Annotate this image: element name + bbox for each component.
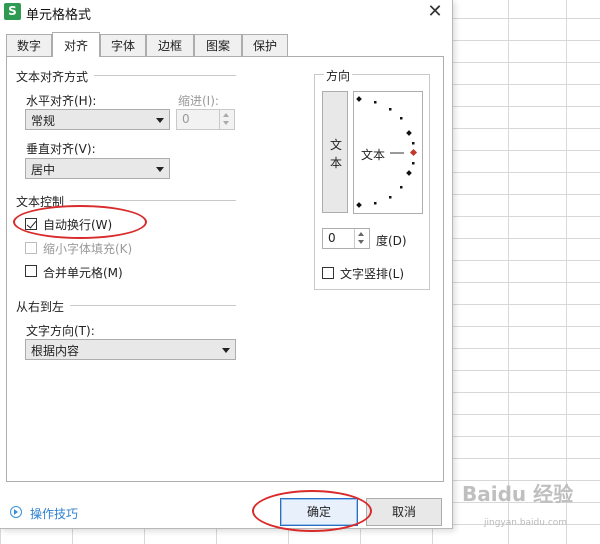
text-control-heading: 文本控制 <box>16 195 65 209</box>
indent-spin-buttons[interactable] <box>219 110 234 129</box>
screen: S 单元格格式 ✕ 数字 对齐 字体 边框 图案 保护 文本对齐方式 水平对齐(… <box>0 0 600 544</box>
app-logo-icon: S <box>4 3 21 20</box>
tab-pattern[interactable]: 图案 <box>194 34 242 56</box>
degrees-spin-buttons[interactable] <box>354 229 369 248</box>
degrees-stepper[interactable]: 0 <box>322 228 370 249</box>
group-divider <box>70 200 236 201</box>
horizontal-align-label: 水平对齐(H): <box>26 94 97 108</box>
tab-number[interactable]: 数字 <box>6 34 52 56</box>
text-alignment-heading: 文本对齐方式 <box>16 70 89 84</box>
orientation-dial[interactable]: 文本 <box>353 91 423 214</box>
rtl-heading: 从右到左 <box>16 300 65 314</box>
watermark-url: jingyan.baidu.com <box>484 518 568 528</box>
tab-border[interactable]: 边框 <box>146 34 194 56</box>
shrink-to-fit-checkbox[interactable] <box>25 242 37 254</box>
degrees-value: 0 <box>328 231 336 245</box>
chevron-up-icon <box>223 113 229 117</box>
vertical-align-label: 垂直对齐(V): <box>26 142 96 156</box>
merge-cells-label[interactable]: 合并单元格(M) <box>43 264 123 281</box>
chevron-down-icon <box>156 167 164 172</box>
vertical-stack-label[interactable]: 文字竖排(L) <box>340 265 404 282</box>
vertical-align-value: 居中 <box>31 163 56 177</box>
dial-text: 文本 <box>361 148 386 162</box>
checkmark-icon <box>26 218 37 229</box>
play-circle-icon <box>10 506 22 518</box>
horizontal-align-select[interactable]: 常规 <box>25 109 170 130</box>
vertical-text-button[interactable]: 文本 <box>322 91 348 213</box>
tab-alignment[interactable]: 对齐 <box>52 32 100 57</box>
watermark-text: Baidu 经验 <box>462 482 574 506</box>
vertical-stack-checkbox[interactable] <box>322 267 334 279</box>
tips-label: 操作技巧 <box>30 507 79 521</box>
chevron-down-icon <box>222 348 230 353</box>
cancel-button[interactable]: 取消 <box>366 498 442 526</box>
merge-cells-checkbox[interactable] <box>25 265 37 277</box>
dialog-title: 单元格格式 <box>26 8 92 23</box>
format-cells-dialog: S 单元格格式 ✕ 数字 对齐 字体 边框 图案 保护 文本对齐方式 水平对齐(… <box>0 0 453 529</box>
degrees-label: 度(D) <box>376 234 407 248</box>
group-divider <box>70 305 236 306</box>
chevron-down-icon <box>223 121 229 125</box>
tab-protection[interactable]: 保护 <box>242 34 288 56</box>
wrap-text-checkbox[interactable] <box>25 218 37 230</box>
tab-font[interactable]: 字体 <box>100 34 146 56</box>
spreadsheet-grid-bottom[interactable] <box>0 528 452 544</box>
vertical-align-select[interactable]: 居中 <box>25 158 170 179</box>
spreadsheet-grid[interactable] <box>452 0 600 544</box>
shrink-to-fit-label[interactable]: 缩小字体填充(K) <box>43 240 132 257</box>
close-button[interactable]: ✕ <box>424 2 446 24</box>
wrap-text-label[interactable]: 自动换行(W) <box>43 216 112 233</box>
vertical-text-label: 文本 <box>329 138 342 170</box>
chevron-down-icon <box>358 240 364 244</box>
text-direction-value: 根据内容 <box>31 344 80 358</box>
chevron-down-icon <box>156 118 164 123</box>
text-direction-select[interactable]: 根据内容 <box>25 339 236 360</box>
orientation-heading: 方向 <box>324 67 353 84</box>
indent-value: 0 <box>182 112 190 126</box>
chevron-up-icon <box>358 232 364 236</box>
group-divider <box>94 75 236 76</box>
text-direction-label: 文字方向(T): <box>26 324 95 338</box>
title-bar[interactable]: S 单元格格式 ✕ <box>0 0 452 26</box>
ok-button[interactable]: 确定 <box>280 498 358 526</box>
indent-stepper[interactable]: 0 <box>176 109 235 130</box>
horizontal-align-value: 常规 <box>31 114 56 128</box>
indent-label: 缩进(I): <box>178 94 219 108</box>
